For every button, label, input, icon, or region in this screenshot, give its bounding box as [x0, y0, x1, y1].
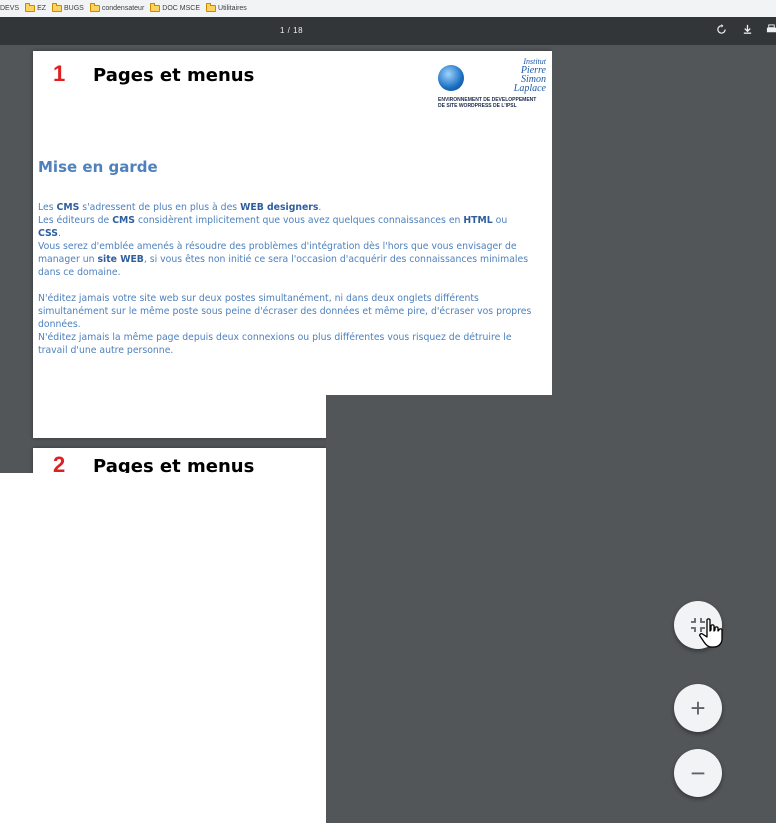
zoom-in-button[interactable]: +: [674, 684, 722, 732]
bookmark-bugs[interactable]: BUGS: [52, 3, 84, 12]
folder-icon: [150, 3, 161, 12]
slide-title: Pages et menus: [93, 65, 255, 86]
paragraph: Vous serez d'emblée amenés à résoudre de…: [38, 241, 529, 278]
bookmarks-bar: DEVS EZ BUGS condensateur DOC MSCE Utili…: [0, 0, 776, 18]
slide-title: Pages et menus: [93, 456, 255, 473]
bookmark-doc-msce[interactable]: DOC MSCE: [150, 3, 201, 12]
slide-number: 1: [53, 61, 66, 86]
minus-icon: −: [690, 758, 706, 788]
print-icon[interactable]: [766, 24, 776, 38]
bookmark-ez[interactable]: EZ: [25, 3, 47, 12]
bookmark-label: EZ: [37, 5, 47, 12]
ipsl-logo: Institut Pierre Simon Laplace ENVIRONNEM…: [438, 57, 548, 113]
bookmark-label: condensateur: [101, 5, 145, 12]
pdf-page-1: 1 Pages et menus Institut Pierre Simon L…: [33, 51, 552, 438]
bookmark-label: BUGS: [64, 5, 84, 12]
slide-body: Les CMS s'adressent de plus en plus à de…: [38, 201, 533, 357]
folder-icon: [52, 3, 63, 12]
page-indicator[interactable]: 1 / 18: [280, 26, 303, 35]
plus-icon: +: [690, 693, 706, 723]
bookmark-condensateur[interactable]: condensateur: [89, 3, 145, 12]
bookmark-label: Utilitaires: [218, 5, 247, 12]
zoom-controls-panel: + −: [326, 395, 776, 823]
logo-subtitle: ENVIRONNEMENT DE DEVELOPPEMENT DE SITE W…: [438, 97, 548, 109]
pdf-toolbar: 1 / 18: [0, 17, 776, 45]
viewer-background: [552, 45, 776, 395]
slide-number: 2: [53, 452, 66, 473]
bookmark-utilitaires[interactable]: Utilitaires: [206, 3, 247, 12]
hand-pointer-cursor-icon: [699, 618, 723, 648]
logo-institute-name: Institut Pierre Simon Laplace: [478, 57, 546, 94]
zoom-out-button[interactable]: −: [674, 749, 722, 797]
bookmark-label: DOC MSCE: [162, 5, 201, 12]
paragraph: N'éditez jamais la même page depuis deux…: [38, 332, 512, 356]
folder-icon: [25, 3, 36, 12]
download-icon[interactable]: [742, 24, 753, 38]
paragraph: Les éditeurs de CMS considèrent implicit…: [38, 215, 508, 239]
logo-subtitle-line: DE SITE WORDPRESS DE L'IPSL: [438, 103, 517, 109]
globe-icon: [438, 65, 464, 91]
rotate-icon[interactable]: [716, 24, 727, 38]
logo-line: Laplace: [513, 83, 546, 94]
section-title: Mise en garde: [38, 158, 158, 176]
bookmark-devs[interactable]: DEVS: [0, 5, 19, 12]
paragraph: N'éditez jamais votre site web sur deux …: [38, 293, 532, 330]
folder-icon: [89, 3, 100, 12]
folder-icon: [206, 3, 217, 12]
bookmark-label: DEVS: [0, 5, 20, 12]
paragraph: Les CMS s'adressent de plus en plus à de…: [38, 202, 322, 213]
